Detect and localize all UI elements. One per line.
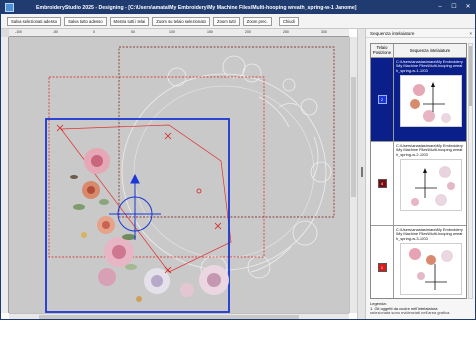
panel-scrollbar[interactable] [468,43,473,299]
ruler-label: 200 [245,30,251,34]
show-all-hoops-button[interactable]: Mostra tutti i telai [109,16,150,26]
ruler-label: 300 [321,30,327,34]
zoom-previous-button[interactable]: Zoom prec. [242,16,272,26]
zoom-all-button[interactable]: Zoom tutti [213,16,240,26]
scrollbar-thumb[interactable] [469,46,472,106]
hooping-sequence-panel: Sequenza intelaiature × Telaio Posizione… [366,29,475,319]
hoop-preview-thumbnail [400,159,462,212]
horizontal-ruler: -100 -50 0 50 100 150 200 250 300 [9,29,349,37]
save-all-button[interactable]: Salva tutto adesso [64,16,107,26]
sequence-row[interactable]: 4 C:\Users\anastasimara\My Embroidery\My… [371,142,466,226]
panel-close-icon[interactable]: × [469,31,475,37]
wreath-outline [121,55,332,283]
hoop-position-cell: 2 [371,58,394,141]
hoop-position-cell: 4 [371,142,394,225]
toolbar: Salva selezionati adesso Salva tutto ade… [1,14,475,29]
ruler-label: -100 [15,30,23,34]
canvas-vertical-scrollbar[interactable] [349,37,357,313]
scrollbar-thumb[interactable] [351,77,356,197]
design-view: -100 -50 0 50 100 150 200 250 300 [1,29,357,319]
hoop-position-cell: 1 [371,226,394,298]
canvas-horizontal-scrollbar[interactable] [9,313,349,319]
legend-line: selezionata sono evidenziati nell'area g… [370,310,451,316]
pane-splitter[interactable] [357,29,366,319]
minimize-button[interactable]: – [433,1,447,14]
table-header: Telaio Posizione Sequenza intelaiature [371,44,466,58]
splitter-grip[interactable] [361,167,363,177]
sequence-cell: C:\Users\anastasimara\My Embroidery\My M… [394,142,466,225]
file-path-text: C:\Users\anastasimara\My Embroidery\My M… [396,143,463,157]
hoop-preview-thumbnail [400,75,462,128]
hoop-preview-thumbnail [400,243,462,296]
ruler-label: 50 [131,30,135,34]
ruler-corner [1,29,9,37]
column-header-position[interactable]: Telaio Posizione [371,44,394,57]
close-dialog-button[interactable]: Chiudi [278,16,299,26]
maximize-button[interactable]: ☐ [447,1,461,14]
hoop-color-swatch: 1 [377,263,387,272]
hoop-center-crosshair [109,173,161,240]
ruler-label: 250 [283,30,289,34]
sequence-row[interactable]: 1 C:\Users\anastasimara\My Embroidery\My… [371,226,466,298]
anchor-marks [56,124,222,274]
design-canvas[interactable] [9,37,349,313]
sequence-row[interactable]: 2 C:\Users\anastasimara\My Embroidery\My… [371,58,466,142]
zoom-selected-hoop-button[interactable]: Zoom su telaio selezionato [152,16,211,26]
save-selected-button[interactable]: Salva selezionati adesso [7,16,62,26]
ruler-label: 100 [169,30,175,34]
file-path-text: C:\Users\anastasimara\My Embroidery\My M… [396,227,463,241]
hoop-color-swatch: 2 [377,95,387,104]
hoop-path-line [60,124,232,273]
hoop-color-swatch: 4 [377,179,387,188]
title-bar: EmbroideryStudio 2025 - Designing - [C:\… [1,1,475,14]
ruler-label: 0 [93,30,95,34]
close-button[interactable]: ✕ [461,1,475,14]
sequence-cell: C:\Users\anastasimara\My Embroidery\My M… [394,226,466,298]
hoop-red-outline [48,76,265,258]
scrollbar-thumb[interactable] [39,315,299,319]
column-header-sequence[interactable]: Sequenza intelaiature [394,44,466,57]
sequence-cell: C:\Users\anastasimara\My Embroidery\My M… [394,58,466,141]
selected-flowers [70,148,229,302]
panel-header: Sequenza intelaiature × [366,29,475,38]
hooping-sequence-table: Telaio Posizione Sequenza intelaiature 2… [370,43,467,299]
vertical-ruler [1,37,9,313]
panel-title: Sequenza intelaiature [370,31,415,36]
app-logo-icon [5,3,14,12]
ruler-label: 150 [207,30,213,34]
hoop-dark-red-outline [118,46,335,218]
file-path-text: C:\Users\anastasimara\My Embroidery\My M… [396,59,463,73]
app-window: EmbroideryStudio 2025 - Designing - [C:\… [0,0,476,320]
ruler-label: -50 [53,30,59,34]
window-title: EmbroideryStudio 2025 - Designing - [C:\… [36,4,357,11]
legend: Legenda: 1. Gli oggetti da cucire nell'i… [370,301,474,316]
